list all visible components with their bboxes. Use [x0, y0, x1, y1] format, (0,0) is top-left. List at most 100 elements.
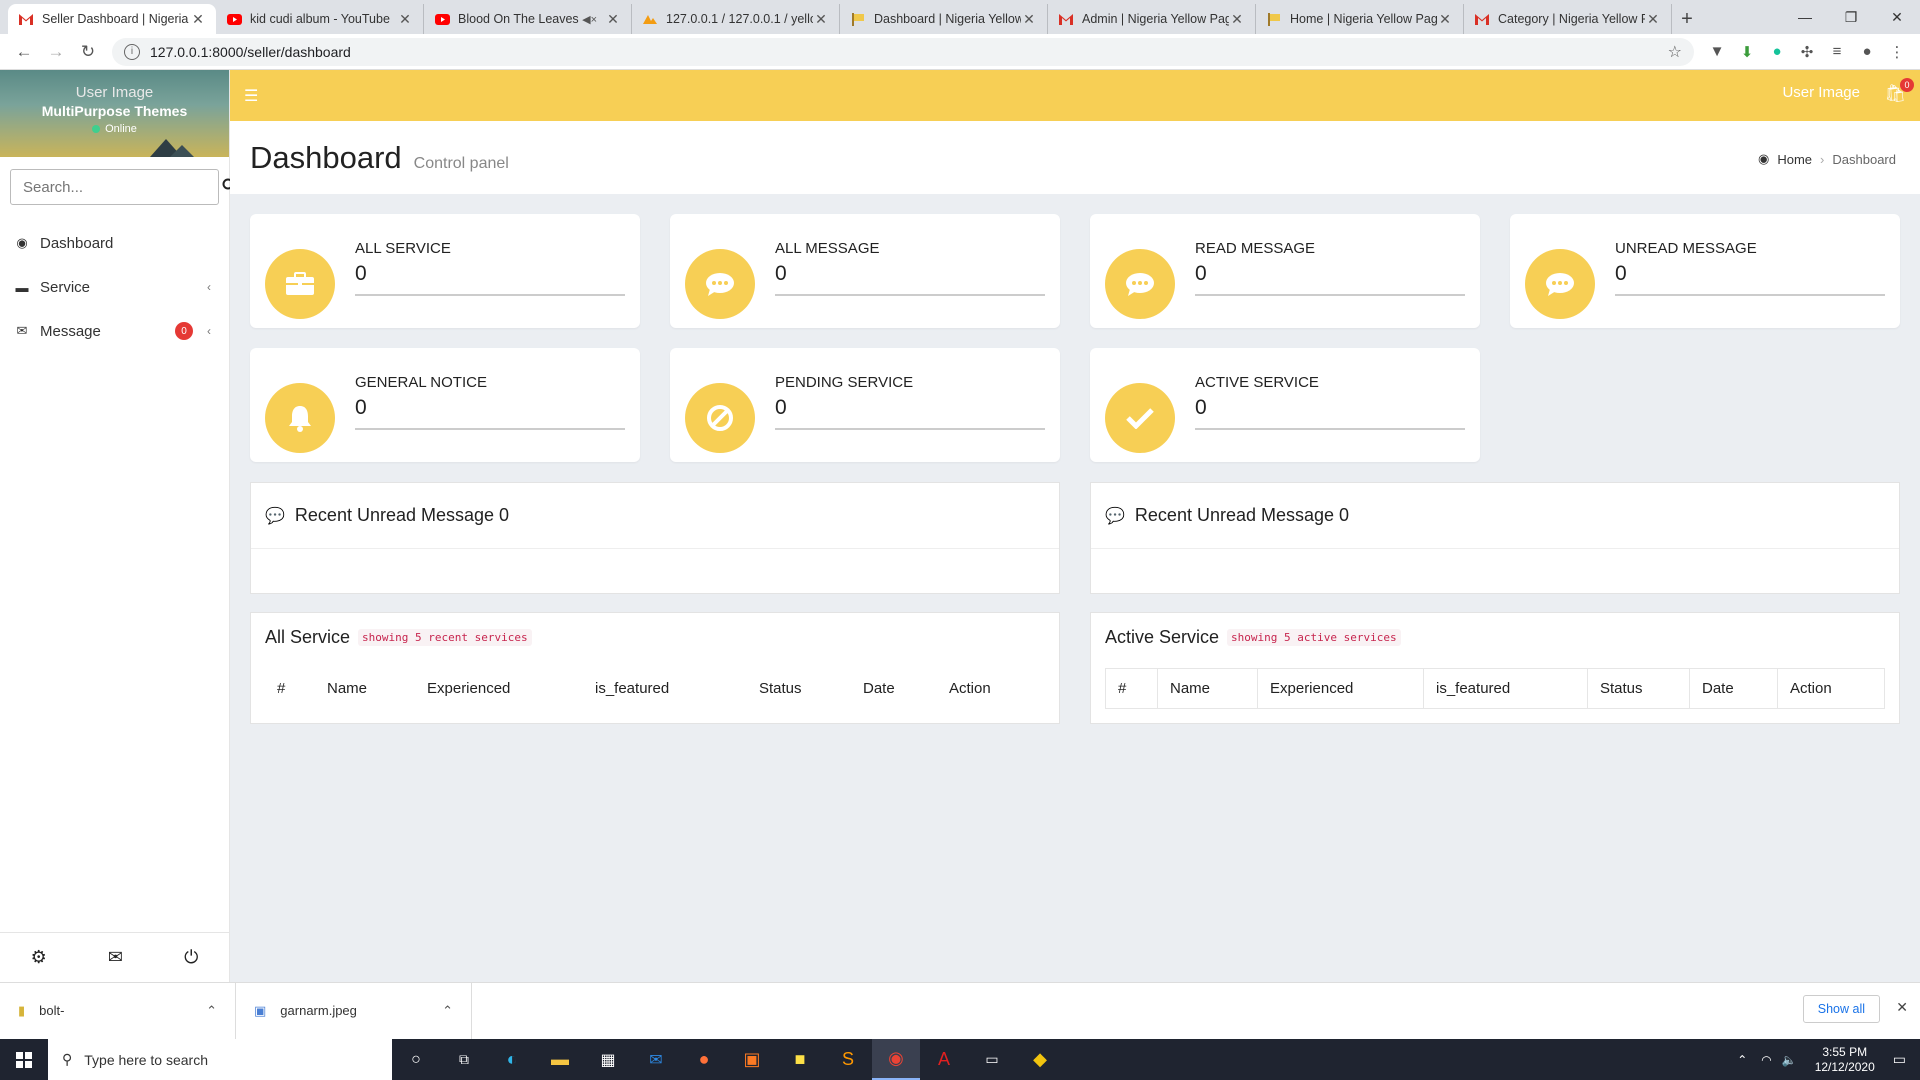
- user-panel: User Image MultiPurpose Themes Online: [0, 70, 229, 157]
- clock[interactable]: 3:55 PM 12/12/2020: [1815, 1045, 1875, 1075]
- settings-gear-icon[interactable]: ⚙: [31, 947, 47, 968]
- panel-title: Active Service: [1105, 627, 1220, 647]
- bookmark-star-icon[interactable]: ☆: [1668, 42, 1682, 62]
- sidebar-item-message[interactable]: ✉ Message 0 ‹: [0, 309, 229, 353]
- browser-tab-strip: Seller Dashboard | Nigeria Y ✕ kid cudi …: [0, 0, 1920, 34]
- browser-tab[interactable]: Home | Nigeria Yellow Page ✕: [1256, 4, 1464, 34]
- forward-icon[interactable]: →: [40, 36, 72, 68]
- close-downloads-icon[interactable]: ✕: [1896, 999, 1908, 1016]
- extensions-puzzle-icon[interactable]: ✣: [1792, 37, 1822, 67]
- chevron-up-icon[interactable]: ⌃: [206, 1003, 217, 1019]
- breadcrumb-separator: ›: [1820, 151, 1825, 167]
- close-tab-icon[interactable]: ✕: [190, 11, 206, 28]
- mail-icon[interactable]: ✉: [108, 947, 123, 968]
- close-tab-icon[interactable]: ✕: [1437, 11, 1453, 28]
- breadcrumb-home-link[interactable]: Home: [1777, 152, 1812, 167]
- notification-icon[interactable]: 🛍 0: [1884, 78, 1914, 104]
- navbar-user-image[interactable]: User Image: [1782, 84, 1860, 101]
- wifi-icon[interactable]: ◠: [1761, 1053, 1771, 1067]
- profile-avatar-icon[interactable]: ●: [1852, 37, 1882, 67]
- browser-tab[interactable]: Blood On The Leaves - ◀× ✕: [424, 4, 632, 34]
- browser-menu-icon[interactable]: ⋮: [1882, 37, 1912, 67]
- sidebar-item-service[interactable]: ▬ Service ‹: [0, 265, 229, 309]
- close-tab-icon[interactable]: ✕: [1021, 11, 1037, 28]
- new-tab-button[interactable]: +: [1672, 4, 1702, 34]
- active-service-table: # Name Experienced is_featured Status Da…: [1105, 668, 1885, 709]
- url-input[interactable]: i 127.0.0.1:8000/seller/dashboard ☆: [112, 37, 1694, 66]
- cortana-icon[interactable]: ○: [392, 1051, 440, 1069]
- download-item[interactable]: ▮ bolt- ⌃: [0, 982, 236, 1039]
- edge-icon[interactable]: ◐: [488, 1049, 536, 1070]
- volume-icon[interactable]: 🔈: [1782, 1053, 1797, 1067]
- close-tab-icon[interactable]: ✕: [1645, 11, 1661, 28]
- stat-card-active-service[interactable]: ACTIVE SERVICE 0: [1090, 348, 1480, 462]
- search-input[interactable]: [23, 178, 222, 196]
- sticky-notes-icon[interactable]: ■: [776, 1049, 824, 1070]
- download-extension-icon[interactable]: ⬇: [1732, 37, 1762, 67]
- download-item[interactable]: ▣ garnarm.jpeg ⌃: [236, 982, 472, 1039]
- ban-icon: [685, 383, 755, 453]
- firefox-icon[interactable]: ●: [680, 1049, 728, 1070]
- stat-card-all-service[interactable]: ALL SERVICE 0: [250, 214, 640, 328]
- power-icon[interactable]: ⏻: [184, 947, 198, 968]
- notification-center-icon[interactable]: ▭: [1893, 1051, 1906, 1068]
- grammarly-icon[interactable]: ●: [1762, 37, 1792, 67]
- message-count-badge: 0: [175, 322, 193, 340]
- sidebar: User Image MultiPurpose Themes Online ◉ …: [0, 70, 236, 982]
- sublime-text-icon[interactable]: S: [824, 1049, 872, 1070]
- phpmyadmin-icon: [642, 11, 658, 27]
- stat-card-general-notice[interactable]: GENERAL NOTICE 0: [250, 348, 640, 462]
- show-all-downloads-button[interactable]: Show all: [1802, 995, 1880, 1023]
- gmail-icon: [1474, 11, 1490, 27]
- app-container: User Image MultiPurpose Themes Online ◉ …: [0, 70, 1920, 982]
- store-icon[interactable]: ▦: [584, 1050, 632, 1070]
- stat-card-pending-service[interactable]: PENDING SERVICE 0: [670, 348, 1060, 462]
- image-file-icon: ▣: [254, 1002, 267, 1018]
- sidebar-search: [10, 169, 236, 205]
- panel-title: All Service: [265, 627, 351, 647]
- stat-card-all-message[interactable]: ALL MESSAGE 0: [670, 214, 1060, 328]
- browser-tab[interactable]: Category | Nigeria Yellow Pa ✕: [1464, 4, 1672, 34]
- table-header: Date: [863, 679, 895, 697]
- taskbar-search[interactable]: ⚲ Type here to search: [48, 1039, 392, 1080]
- restore-icon[interactable]: ❐: [1828, 0, 1874, 34]
- close-tab-icon[interactable]: ✕: [397, 11, 413, 28]
- chevron-up-icon[interactable]: ⌃: [1737, 1053, 1747, 1067]
- browser-tab[interactable]: kid cudi album - YouTube ✕: [216, 4, 424, 34]
- browser-tab[interactable]: Admin | Nigeria Yellow Page ✕: [1048, 4, 1256, 34]
- media-control-icon[interactable]: ≡: [1822, 37, 1852, 67]
- file-explorer-icon[interactable]: ▬: [536, 1049, 584, 1070]
- chevron-up-icon[interactable]: ⌃: [442, 1003, 453, 1019]
- vpn-extension-icon[interactable]: ▼: [1702, 37, 1732, 67]
- info-icon[interactable]: i: [124, 43, 140, 60]
- close-tab-icon[interactable]: ✕: [813, 11, 829, 28]
- browser-tab[interactable]: 127.0.0.1 / 127.0.0.1 / yello ✕: [632, 4, 840, 34]
- mail-app-icon[interactable]: ✉: [632, 1050, 680, 1070]
- back-icon[interactable]: ←: [8, 36, 40, 68]
- stat-card-read-message[interactable]: READ MESSAGE 0: [1090, 214, 1480, 328]
- speaker-mute-icon[interactable]: ◀×: [582, 13, 597, 26]
- sidebar-item-dashboard[interactable]: ◉ Dashboard: [0, 221, 229, 265]
- task-view-icon[interactable]: ⧉: [440, 1051, 488, 1068]
- xampp-icon[interactable]: ▣: [728, 1049, 776, 1070]
- stat-card-unread-message[interactable]: UNREAD MESSAGE 0: [1510, 214, 1900, 328]
- reload-icon[interactable]: ↻: [72, 36, 104, 68]
- table-header: Name: [1157, 668, 1258, 709]
- browser-tab[interactable]: Seller Dashboard | Nigeria Y ✕: [8, 4, 216, 34]
- table-header: Name: [327, 679, 368, 697]
- close-tab-icon[interactable]: ✕: [1229, 11, 1245, 28]
- minimize-icon[interactable]: —: [1782, 0, 1828, 34]
- windows-start-icon[interactable]: [0, 1039, 48, 1080]
- close-tab-icon[interactable]: ✕: [605, 11, 621, 28]
- url-text: 127.0.0.1:8000/seller/dashboard: [150, 43, 351, 60]
- close-window-icon[interactable]: ✕: [1874, 0, 1920, 34]
- browser-tab[interactable]: Dashboard | Nigeria Yellow ✕: [840, 4, 1048, 34]
- hamburger-menu-icon[interactable]: ☰: [244, 86, 258, 106]
- breadcrumb-current: Dashboard: [1832, 151, 1896, 167]
- git-icon[interactable]: ◆: [1016, 1049, 1064, 1070]
- terminal-icon[interactable]: ▭: [968, 1051, 1016, 1068]
- table-header: #: [1105, 668, 1158, 709]
- acrobat-icon[interactable]: A: [920, 1049, 968, 1070]
- chat-icon: [1525, 249, 1595, 319]
- chrome-icon[interactable]: ◉: [872, 1039, 920, 1080]
